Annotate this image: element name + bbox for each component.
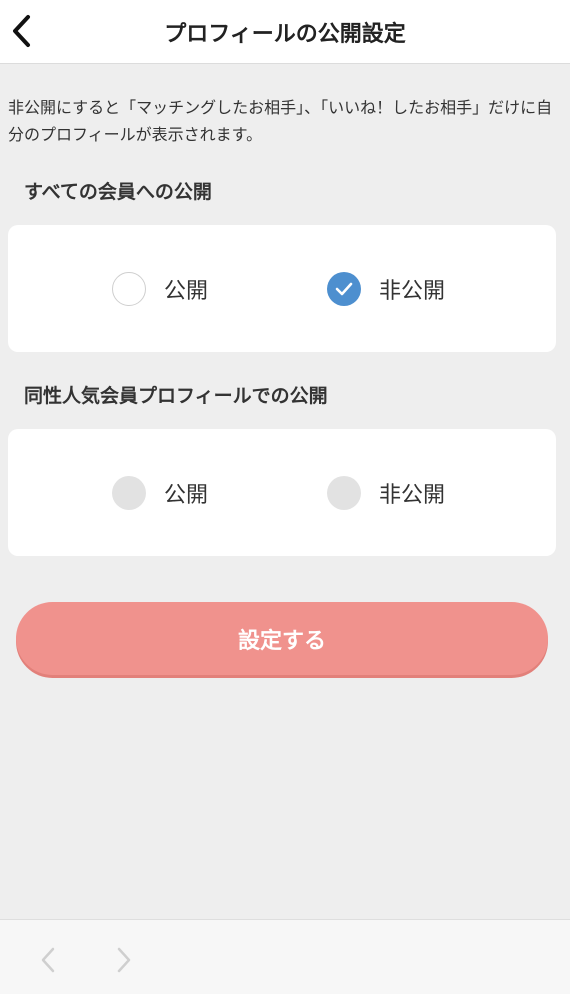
- option-label: 公開: [164, 279, 209, 304]
- save-settings-button[interactable]: 設定する: [16, 602, 548, 675]
- radio-unselected-icon[interactable]: [112, 272, 146, 306]
- chevron-left-icon: [41, 947, 55, 973]
- same-sex-private-option: 非公開: [327, 473, 445, 513]
- page-title: プロフィールの公開設定: [164, 22, 406, 47]
- section-title-all-members: すべての会員への公開: [24, 181, 212, 203]
- option-label: 非公開: [379, 279, 446, 304]
- radio-disabled-icon: [112, 476, 146, 510]
- browser-back-button[interactable]: [28, 940, 68, 980]
- top-navigation-bar: プロフィールの公開設定: [0, 0, 570, 64]
- browser-forward-button[interactable]: [104, 940, 144, 980]
- same-sex-public-option: 公開: [112, 473, 208, 513]
- all-members-visibility-card: 公開 非公開: [8, 225, 556, 352]
- option-label: 非公開: [379, 483, 446, 508]
- all-members-private-option[interactable]: 非公開: [327, 269, 445, 309]
- section-title-same-sex-popular: 同性人気会員プロフィールでの公開: [24, 385, 328, 407]
- radio-disabled-icon: [327, 476, 361, 510]
- privacy-description: 非公開にすると「マッチングしたお相手」、「いいね！したお相手」だけに自分のプロフ…: [8, 98, 553, 144]
- checkmark-icon[interactable]: [327, 272, 361, 306]
- same-sex-popular-visibility-card: 公開 非公開: [8, 429, 556, 556]
- chevron-right-icon: [117, 947, 131, 973]
- all-members-public-option[interactable]: 公開: [112, 269, 208, 309]
- option-label: 公開: [164, 483, 209, 508]
- browser-bottom-bar: [0, 919, 570, 994]
- chevron-left-icon: [13, 15, 30, 47]
- back-button[interactable]: [2, 10, 42, 52]
